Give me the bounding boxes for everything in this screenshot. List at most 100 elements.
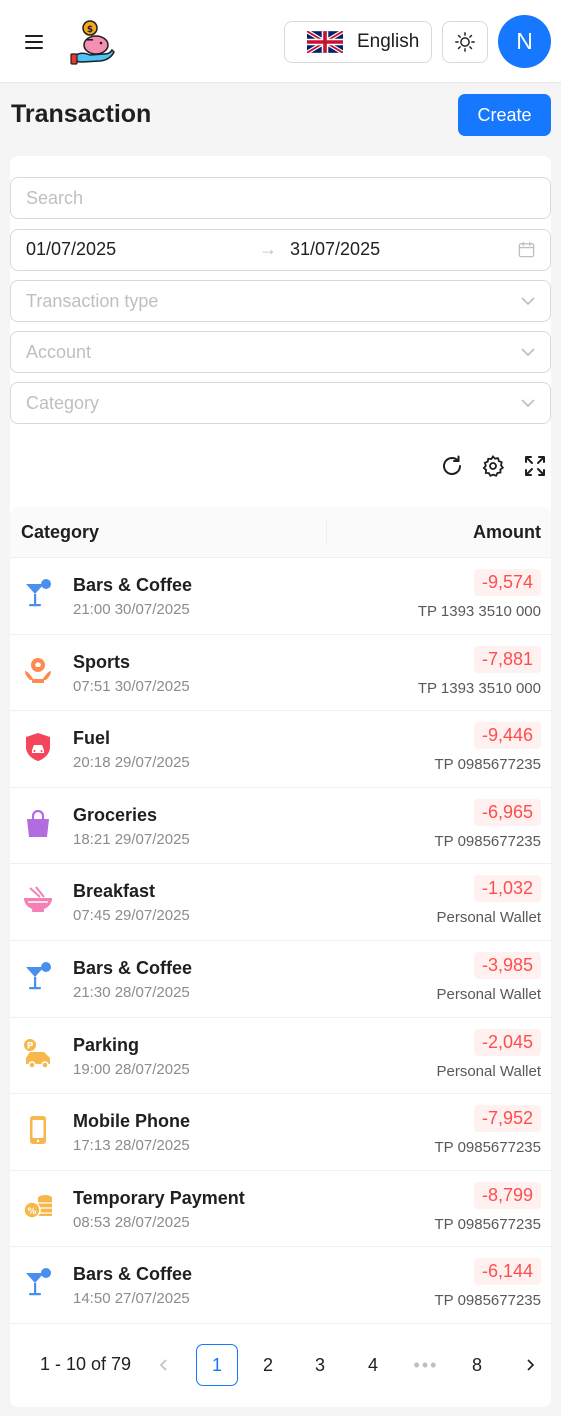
chevron-down-icon (521, 297, 535, 306)
amount-badge: -3,985 (473, 951, 541, 979)
pagination-next-icon[interactable] (509, 1344, 551, 1386)
pagination-page-8[interactable]: 8 (456, 1344, 498, 1386)
account-select[interactable]: Account (10, 331, 551, 373)
fullscreen-icon[interactable] (523, 454, 547, 478)
column-header-amount[interactable]: Amount (473, 522, 541, 543)
sports-ball-icon (25, 657, 51, 683)
column-header-category[interactable]: Category (21, 522, 99, 543)
date-end-value[interactable]: 31/07/2025 (290, 239, 380, 260)
transaction-time: 19:00 28/07/2025 (73, 1060, 190, 1078)
table-row[interactable]: Mobile Phone 17:13 28/07/2025 -7,952 TP … (10, 1094, 551, 1171)
menu-icon[interactable] (22, 30, 46, 54)
transaction-list: Bars & Coffee 21:00 30/07/2025 -9,574 TP… (10, 558, 551, 1324)
pagination-page-3[interactable]: 3 (299, 1344, 341, 1386)
search-placeholder: Search (26, 187, 84, 208)
amount-badge: -7,952 (473, 1105, 541, 1133)
transaction-time: 21:30 28/07/2025 (73, 983, 190, 1001)
amount-badge: -7,881 (473, 645, 541, 673)
pagination-page-4[interactable]: 4 (352, 1344, 394, 1386)
amount-badge: -1,032 (473, 875, 541, 903)
category-name: Bars & Coffee (73, 575, 193, 595)
cocktail-icon (26, 1268, 51, 1296)
table-header: Category Amount (10, 507, 551, 558)
svg-text:$: $ (87, 25, 93, 35)
account-name: TP 0985677235 (434, 756, 542, 774)
date-range-picker[interactable]: 01/07/2025 → 31/07/2025 (10, 229, 551, 271)
noodle-bowl-icon (24, 886, 52, 913)
account-name: TP 1393 3510 000 (417, 603, 541, 620)
account-name: TP 0985677235 (434, 1292, 542, 1310)
pagination-page-2[interactable]: 2 (247, 1344, 289, 1386)
table-row[interactable]: Breakfast 07:45 29/07/2025 -1,032 Person… (10, 864, 551, 941)
theme-toggle-button[interactable] (442, 21, 488, 63)
settings-gear-icon[interactable] (481, 454, 505, 478)
table-row[interactable]: P Parking 19:00 28/07/2025 -2,045 Person… (10, 1018, 551, 1095)
date-range-arrow-icon: → (259, 239, 277, 259)
chevron-down-icon (521, 348, 535, 357)
table-row[interactable]: Bars & Coffee 21:30 28/07/2025 -3,985 Pe… (10, 941, 551, 1018)
amount-badge: -6,965 (473, 798, 541, 826)
calendar-icon (518, 241, 535, 258)
table-row[interactable]: Groceries 18:21 29/07/2025 -6,965 TP 098… (10, 788, 551, 865)
category-placeholder: Category (26, 392, 100, 413)
uk-flag-icon (307, 31, 343, 53)
category-name: Sports (73, 651, 131, 672)
piggy-bank-logo-icon[interactable]: $ (70, 18, 116, 66)
create-button[interactable]: Create (458, 94, 551, 136)
account-name: Personal Wallet (436, 909, 542, 927)
category-name: Mobile Phone (73, 1111, 190, 1132)
cocktail-icon (26, 961, 51, 990)
transaction-time: 14:50 27/07/2025 (73, 1290, 190, 1308)
transaction-type-placeholder: Transaction type (26, 290, 159, 311)
mobile-phone-icon (30, 1116, 46, 1145)
user-avatar[interactable]: N (498, 15, 551, 68)
top-bar: $ English N (0, 0, 561, 83)
table-row[interactable]: Bars & Coffee 21:00 30/07/2025 -9,574 TP… (10, 558, 551, 635)
account-name: TP 0985677235 (434, 832, 542, 850)
column-divider (326, 519, 327, 545)
amount-badge: -2,045 (473, 1028, 541, 1056)
table-row[interactable]: Bars & Coffee 14:50 27/07/2025 -6,144 TP… (10, 1247, 551, 1324)
svg-text:%: % (27, 1207, 36, 1217)
language-label: English (357, 31, 420, 52)
transaction-time: 21:00 30/07/2025 (73, 601, 190, 618)
language-selector[interactable]: English (284, 21, 432, 63)
page-title: Transaction (11, 100, 152, 128)
pagination-prev-icon[interactable] (143, 1344, 185, 1386)
transaction-type-select[interactable]: Transaction type (10, 280, 551, 322)
chevron-down-icon (521, 399, 535, 408)
pagination-total: 1 - 10 of 79 (40, 1354, 132, 1374)
search-input[interactable]: Search (10, 177, 551, 219)
account-name: TP 0985677235 (434, 1215, 542, 1233)
category-name: Bars & Coffee (73, 1264, 193, 1285)
category-select[interactable]: Category (10, 382, 551, 424)
transaction-time: 08:53 28/07/2025 (73, 1213, 190, 1231)
amount-badge: -6,144 (473, 1258, 541, 1286)
category-name: Parking (73, 1034, 140, 1055)
category-name: Temporary Payment (73, 1187, 245, 1208)
svg-text:P: P (27, 1041, 34, 1051)
account-name: TP 1393 3510 000 (417, 679, 541, 697)
table-row[interactable]: Fuel 20:18 29/07/2025 -9,446 TP 09856772… (10, 711, 551, 788)
pagination-page-1[interactable]: 1 (196, 1344, 238, 1386)
shopping-bag-icon (27, 809, 49, 837)
transaction-time: 20:18 29/07/2025 (73, 754, 190, 772)
table-row[interactable]: Sports 07:51 30/07/2025 -7,881 TP 1393 3… (10, 635, 551, 712)
account-name: Personal Wallet (436, 1062, 542, 1080)
amount-badge: -9,446 (473, 722, 541, 750)
amount-badge: -9,574 (473, 569, 541, 596)
account-name: Personal Wallet (436, 985, 542, 1003)
transaction-time: 18:21 29/07/2025 (73, 830, 190, 848)
transaction-time: 07:45 29/07/2025 (73, 907, 190, 925)
account-placeholder: Account (26, 341, 92, 362)
category-name: Breakfast (73, 881, 156, 902)
date-start-value[interactable]: 01/07/2025 (26, 239, 116, 260)
transaction-time: 17:13 28/07/2025 (73, 1137, 190, 1155)
cocktail-icon (26, 579, 51, 607)
reload-icon[interactable] (440, 454, 464, 478)
transaction-time: 07:51 30/07/2025 (73, 677, 190, 695)
pagination-jump-next[interactable]: ••• (405, 1344, 447, 1386)
table-row[interactable]: % Temporary Payment 08:53 28/07/2025 -8,… (10, 1171, 551, 1248)
parking-car-icon: P (24, 1038, 50, 1069)
account-name: TP 0985677235 (434, 1139, 542, 1157)
